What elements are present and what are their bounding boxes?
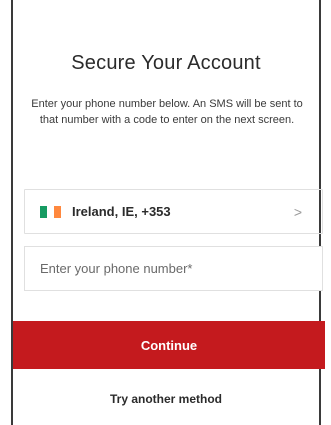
page-title: Secure Your Account (71, 52, 261, 74)
ireland-flag-icon (40, 205, 61, 218)
secure-account-panel: Secure Your Account Enter your phone num… (0, 0, 331, 425)
instructions-text: Enter your phone number below. An SMS wi… (31, 98, 303, 126)
chevron-right-icon: > (293, 204, 302, 220)
continue-button[interactable]: Continue (13, 321, 325, 369)
country-selector-label: Ireland, IE, +353 (72, 204, 171, 219)
try-another-method-link[interactable]: Try another method (13, 392, 319, 406)
country-selector[interactable]: Ireland, IE, +353 > (24, 189, 323, 234)
phone-number-input[interactable] (24, 246, 323, 291)
